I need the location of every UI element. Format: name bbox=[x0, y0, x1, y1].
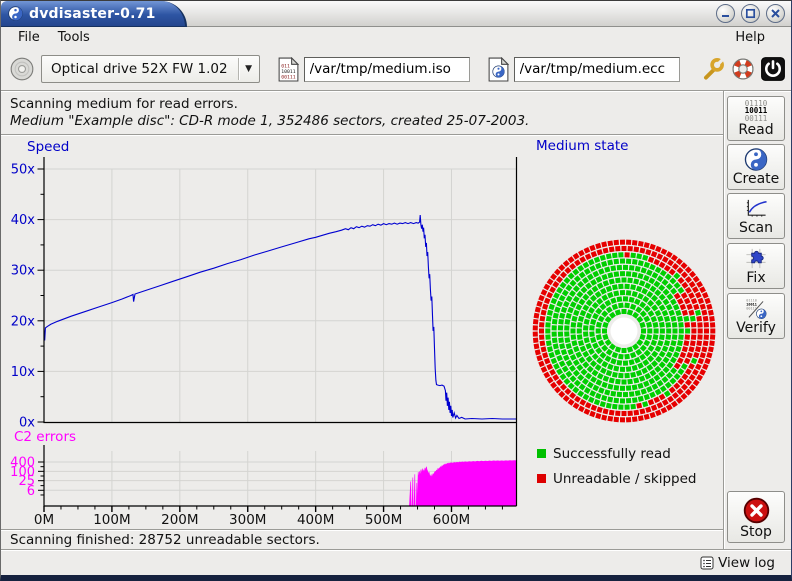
svg-text:500M: 500M bbox=[365, 512, 402, 528]
minimize-icon bbox=[720, 8, 731, 19]
binary-read-icon: 01110 10011 00111 bbox=[745, 100, 768, 123]
wrench-icon bbox=[700, 56, 726, 82]
menubar: File Tools Help bbox=[1, 27, 791, 48]
svg-text:011: 011 bbox=[281, 63, 290, 69]
read-button[interactable]: 01110 10011 00111 Read bbox=[727, 96, 785, 141]
legend-swatch-unreadable bbox=[537, 474, 546, 483]
app-yinyang-icon bbox=[8, 6, 23, 21]
svg-text:400M: 400M bbox=[297, 512, 334, 528]
stop-button[interactable]: Stop bbox=[727, 491, 785, 543]
svg-text:0M: 0M bbox=[34, 512, 54, 528]
preferences-button[interactable] bbox=[698, 54, 728, 84]
scan-chart-icon bbox=[743, 197, 769, 220]
optical-disc-icon bbox=[9, 56, 35, 82]
optical-drive-button[interactable] bbox=[7, 54, 37, 84]
puzzle-fix-icon bbox=[743, 247, 769, 270]
stop-label: Stop bbox=[740, 524, 772, 540]
log-list-icon bbox=[700, 556, 714, 570]
legend-label-read: Successfully read bbox=[553, 446, 671, 462]
fix-button[interactable]: Fix bbox=[727, 243, 785, 289]
legend-label-unreadable: Unreadable / skipped bbox=[553, 471, 696, 487]
svg-text:C2 errors: C2 errors bbox=[14, 429, 76, 445]
read-label: Read bbox=[738, 122, 773, 138]
toolbar: Optical drive 52X FW 1.02 ▼ 011 10011 00… bbox=[1, 48, 791, 91]
svg-text:Speed: Speed bbox=[27, 139, 69, 155]
titlebar[interactable]: dvdisaster-0.71 bbox=[1, 1, 791, 27]
maximize-button[interactable] bbox=[741, 4, 760, 23]
iso-file-icon: 011 10011 00111 bbox=[278, 57, 299, 82]
title-tab: dvdisaster-0.71 bbox=[1, 1, 187, 27]
medium-state-title: Medium state bbox=[536, 138, 628, 154]
verify-button[interactable]: 01110 10011 00111 Verify bbox=[727, 293, 785, 339]
help-button[interactable] bbox=[728, 54, 758, 84]
image-file-input[interactable] bbox=[304, 57, 470, 82]
create-button[interactable]: Create bbox=[727, 144, 785, 190]
ecc-file-icon bbox=[488, 57, 509, 82]
close-icon bbox=[770, 8, 781, 19]
svg-text:100M: 100M bbox=[93, 512, 130, 528]
svg-text:600M: 600M bbox=[433, 512, 470, 528]
maximize-icon bbox=[745, 8, 756, 19]
charts-region: 0x10x20x30x40x50x4001002560M100M200M300M… bbox=[1, 135, 723, 529]
status-heading: Scanning medium for read errors. Medium … bbox=[1, 91, 723, 135]
menu-help[interactable]: Help bbox=[726, 29, 783, 46]
svg-text:50x: 50x bbox=[11, 163, 36, 178]
verify-compare-icon: 01110 10011 00111 bbox=[743, 297, 769, 320]
svg-text:00111: 00111 bbox=[281, 74, 296, 80]
scan-label: Scan bbox=[739, 220, 773, 236]
medium-state-disc bbox=[529, 237, 719, 427]
view-log-label: View log bbox=[718, 555, 775, 571]
menu-tools[interactable]: Tools bbox=[49, 29, 99, 46]
verify-label: Verify bbox=[736, 320, 776, 336]
app-window: dvdisaster-0.71 File Tools Help bbox=[0, 0, 792, 581]
minimize-button[interactable] bbox=[716, 4, 735, 23]
yinyang-create-icon bbox=[744, 148, 768, 171]
power-icon bbox=[760, 56, 786, 82]
svg-text:10x: 10x bbox=[11, 365, 36, 380]
svg-text:20x: 20x bbox=[11, 314, 36, 329]
medium-info-line: Medium "Example disc": CD-R mode 1, 3524… bbox=[10, 113, 723, 129]
left-column: Scanning medium for read errors. Medium … bbox=[1, 91, 724, 549]
scan-button[interactable]: Scan bbox=[727, 193, 785, 239]
content: Scanning medium for read errors. Medium … bbox=[1, 91, 791, 549]
legend-row: Unreadable / skipped bbox=[537, 466, 696, 491]
drive-selector[interactable]: Optical drive 52X FW 1.02 ▼ bbox=[41, 55, 260, 83]
drive-selector-value: Optical drive 52X FW 1.02 bbox=[51, 61, 238, 77]
create-label: Create bbox=[733, 171, 780, 187]
bottombar: View log bbox=[1, 549, 791, 575]
window-title: dvdisaster-0.71 bbox=[29, 6, 156, 22]
svg-text:40x: 40x bbox=[11, 213, 36, 228]
medium-state-legend: Successfully read Unreadable / skipped bbox=[537, 441, 696, 491]
svg-text:300M: 300M bbox=[229, 512, 266, 528]
legend-row: Successfully read bbox=[537, 441, 696, 466]
menu-file[interactable]: File bbox=[9, 29, 49, 46]
close-button[interactable] bbox=[766, 4, 785, 23]
svg-text:200M: 200M bbox=[161, 512, 198, 528]
fix-label: Fix bbox=[746, 270, 765, 286]
lifebuoy-icon bbox=[730, 56, 756, 82]
action-sidebar: 01110 10011 00111 Read Create Scan bbox=[724, 91, 790, 549]
legend-swatch-read bbox=[537, 449, 546, 458]
view-log-button[interactable]: View log bbox=[696, 553, 779, 573]
svg-text:6: 6 bbox=[27, 484, 35, 499]
svg-text:10011: 10011 bbox=[281, 69, 296, 75]
quit-button[interactable] bbox=[758, 54, 788, 84]
status-heading-line1: Scanning medium for read errors. bbox=[10, 96, 723, 112]
chevron-down-icon: ▼ bbox=[239, 64, 259, 74]
ecc-file-input[interactable] bbox=[514, 57, 680, 82]
stop-icon bbox=[743, 497, 770, 524]
scan-result-text: Scanning finished: 28752 unreadable sect… bbox=[1, 529, 723, 549]
svg-text:30x: 30x bbox=[11, 264, 36, 279]
